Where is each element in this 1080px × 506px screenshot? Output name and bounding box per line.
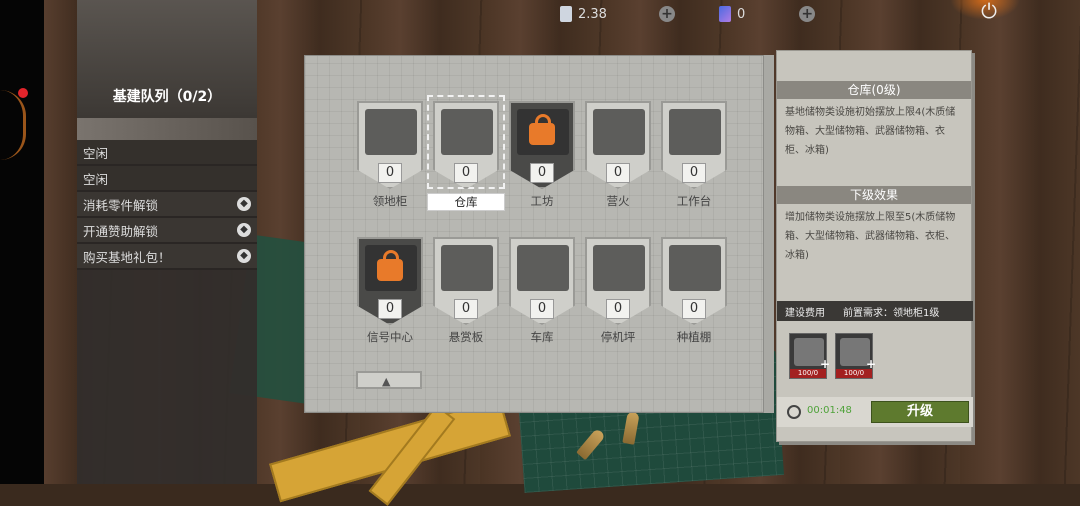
lock-icon	[377, 250, 403, 281]
top-bar: 2.38 + 0 +	[560, 6, 853, 22]
clock-icon	[787, 405, 801, 419]
resource-item[interactable]: 100/0 +	[789, 333, 830, 379]
upgrade-button[interactable]: 升级	[871, 401, 969, 423]
flag-mountain-icon	[365, 109, 417, 155]
building-count: 0	[606, 163, 630, 183]
prereq-label: 前置需求：领地柜1级	[843, 307, 940, 319]
building-count: 0	[682, 299, 706, 319]
windmill-farm-icon	[669, 245, 721, 291]
building-label: 工作台	[676, 194, 712, 208]
queue-slot-unlock-sponsor[interactable]: 开通赞助解锁 ◆	[77, 218, 257, 244]
cost-bar: 建设费用 前置需求：领地柜1级	[777, 301, 973, 321]
cost-label: 建设费用	[785, 307, 825, 319]
barn-icon	[441, 109, 493, 155]
building-tile-garage[interactable]: 0 车库	[509, 237, 575, 344]
currency-2: 0 +	[718, 6, 816, 22]
building-count: 0	[530, 299, 554, 319]
building-count: 0	[454, 163, 478, 183]
next-level-description: 增加储物类设施摆放上限至5(木质储物箱、大型储物箱、武器储物箱、衣柜、冰箱)	[785, 212, 956, 261]
building-tile-greenhouse[interactable]: 0 种植棚	[661, 237, 727, 344]
currency-1: 2.38 +	[560, 6, 675, 22]
next-level-title: 下级效果	[777, 186, 971, 204]
queue-slot-label: 开通赞助解锁	[83, 223, 159, 239]
building-count: 0	[454, 299, 478, 319]
queue-slot-label: 消耗零件解锁	[83, 197, 159, 213]
building-tile-workbench[interactable]: 0 工作台	[661, 101, 727, 208]
currency-1-icon	[560, 6, 572, 22]
arrow-up-icon: ▲	[382, 375, 391, 388]
resource-item[interactable]: 100/0 +	[835, 333, 876, 379]
build-time: 00:01:48	[807, 405, 852, 416]
queue-header: 基建队列（0/2）	[77, 0, 257, 118]
info-title: 仓库(0级)	[777, 81, 971, 99]
panel-edge	[764, 55, 774, 413]
currency-1-value: 2.38	[578, 6, 607, 22]
device-edge	[0, 0, 44, 484]
helipad-icon	[593, 245, 645, 291]
building-label: 悬赏板	[448, 330, 484, 344]
currency-2-add-icon[interactable]: +	[799, 6, 816, 22]
currency-2-icon	[718, 6, 731, 22]
building-tile-territory-cabinet[interactable]: 0 领地柜	[357, 101, 423, 208]
building-tile-warehouse[interactable]: 0 仓库	[427, 95, 505, 211]
building-tile-signal-center[interactable]: 0 信号中心	[357, 237, 423, 344]
timer-bar: 00:01:48 升级	[777, 397, 973, 427]
unlock-icon: ◆	[237, 223, 251, 237]
building-label: 种植棚	[676, 330, 712, 344]
power-icon[interactable]: ⏻	[978, 0, 1000, 22]
building-label: 车库	[530, 330, 554, 344]
unlock-icon: ◆	[237, 197, 251, 211]
queue-slot-unlock-parts[interactable]: 消耗零件解锁 ◆	[77, 192, 257, 218]
building-count: 0	[606, 299, 630, 319]
queue-slot[interactable]: 空闲	[77, 166, 257, 192]
building-label: 营火	[606, 194, 630, 208]
queue-slot-label: 空闲	[83, 171, 109, 187]
lock-icon	[529, 114, 555, 145]
building-tile-workshop[interactable]: 0 工坊	[509, 101, 575, 208]
queue-slot[interactable]: 空闲	[77, 140, 257, 166]
building-tile-partial[interactable]: ▲	[356, 371, 422, 389]
building-count: 0	[530, 163, 554, 183]
edge-glow	[0, 90, 26, 160]
building-label: 领地柜	[372, 194, 408, 208]
queue-slot-buy-pack[interactable]: 购买基地礼包！ ◆	[77, 244, 257, 270]
building-count: 0	[378, 299, 402, 319]
campfire-icon	[593, 109, 645, 155]
building-label: 停机坪	[600, 330, 636, 344]
building-count: 0	[682, 163, 706, 183]
tools-icon	[669, 109, 721, 155]
build-queue-panel: 基建队列（0/2） 空闲 空闲 消耗零件解锁 ◆ 开通赞助解锁 ◆ 购买基地礼包…	[77, 0, 257, 484]
add-icon[interactable]: +	[820, 357, 830, 371]
building-label: 工坊	[530, 194, 554, 208]
queue-slot-label: 购买基地礼包！	[83, 249, 171, 265]
building-label: 信号中心	[367, 330, 413, 344]
unlock-icon: ◆	[237, 249, 251, 263]
currency-2-value: 0	[736, 6, 746, 22]
info-description: 基地储物类设施初始摆放上限4(木质储物箱、大型储物箱、武器储物箱、衣柜、冰箱)	[785, 107, 956, 156]
building-label: 仓库	[427, 193, 505, 211]
queue-title: 基建队列（0/2）	[112, 89, 222, 105]
building-tile-bounty-board[interactable]: 0 悬赏板	[433, 237, 499, 344]
building-count: 0	[378, 163, 402, 183]
queue-divider	[77, 118, 257, 140]
wanted-poster-icon	[441, 245, 493, 291]
add-icon[interactable]: +	[866, 357, 876, 371]
car-garage-icon	[517, 245, 569, 291]
notification-dot	[18, 88, 28, 98]
queue-slot-label: 空闲	[83, 145, 109, 161]
building-tile-helipad[interactable]: 0 停机坪	[585, 237, 651, 344]
building-info-panel: 仓库(0级) 基地储物类设施初始摆放上限4(木质储物箱、大型储物箱、武器储物箱、…	[776, 50, 973, 442]
currency-1-add-icon[interactable]: +	[658, 6, 675, 22]
building-tile-campfire[interactable]: 0 营火	[585, 101, 651, 208]
